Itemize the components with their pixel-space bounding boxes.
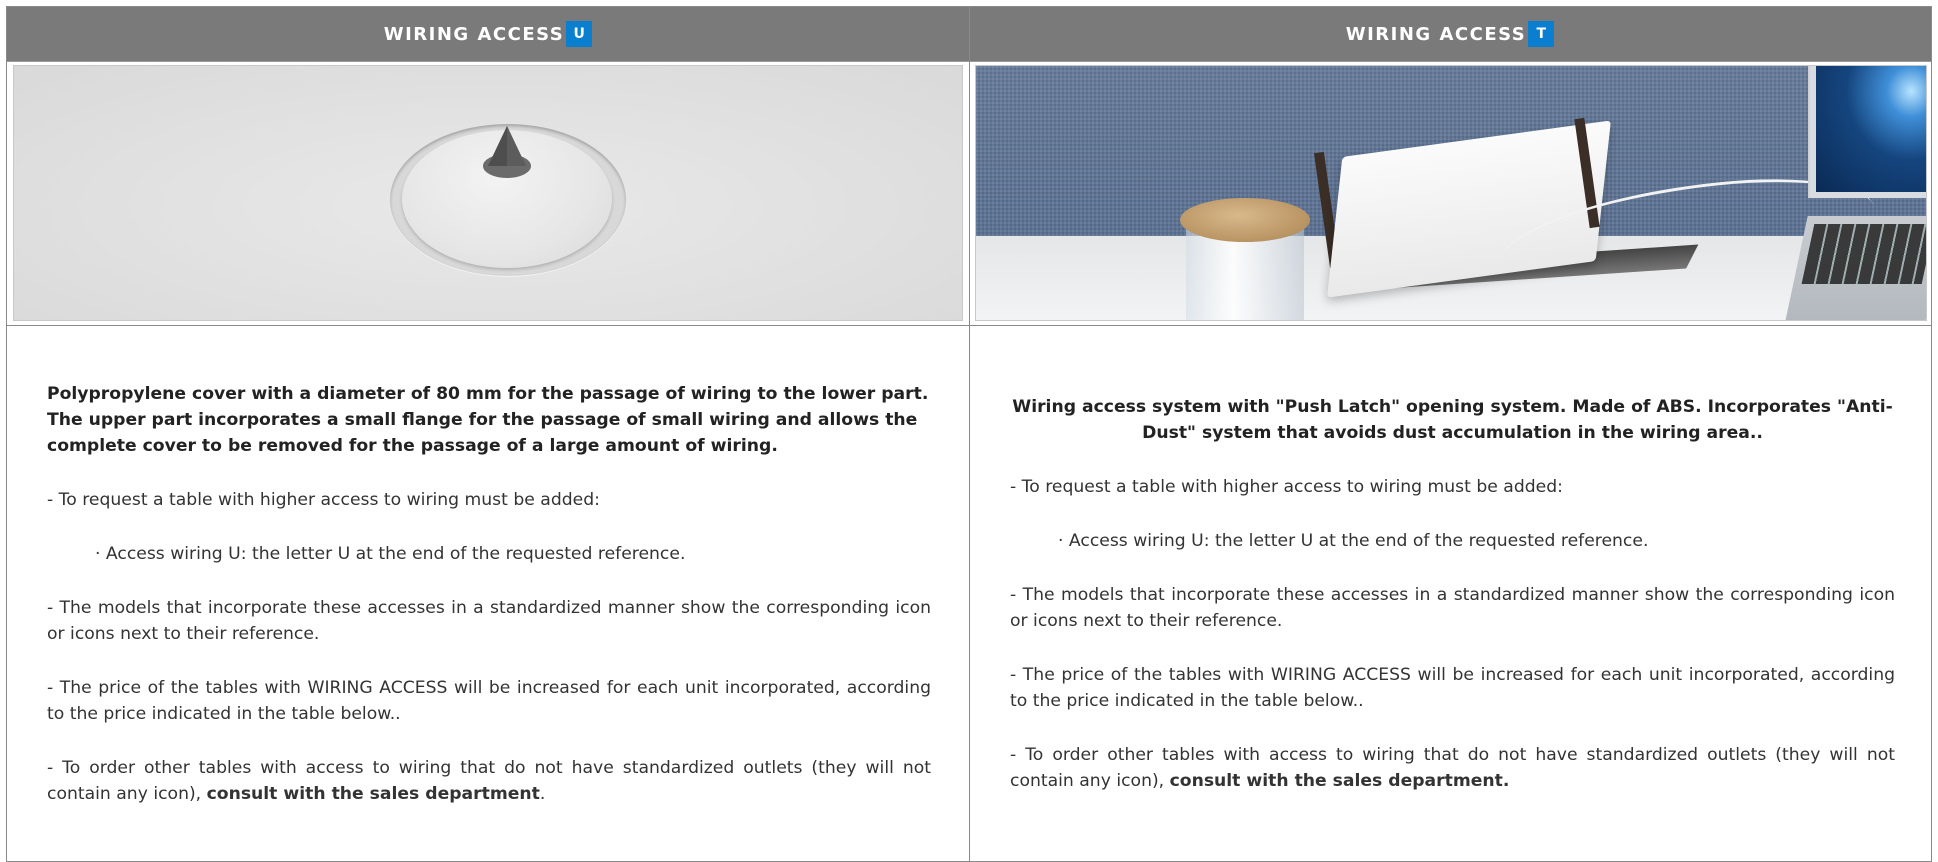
price-note: - The price of the tables with WIRING AC… [1010, 664, 1895, 711]
request-item: · Access wiring U: the letter U at the e… [1058, 530, 1649, 551]
badge-t-icon: T [1528, 21, 1555, 47]
product-description: Wiring access system with "Push Latch" o… [1012, 396, 1893, 443]
header-title: WIRING ACCESS [1345, 23, 1527, 45]
models-note: - The models that incorporate these acce… [1010, 584, 1895, 631]
request-item: · Access wiring U: the letter U at the e… [95, 543, 686, 564]
description-wiring-access-t: Wiring access system with "Push Latch" o… [970, 326, 1933, 861]
order-note-end: . [539, 783, 546, 804]
request-intro: - To request a table with higher access … [1010, 476, 1563, 497]
cork-lid [1180, 198, 1310, 242]
product-description: Polypropylene cover with a diameter of 8… [47, 383, 929, 456]
sales-department-link: consult with the sales department [206, 783, 540, 804]
grommet-flange-notch [483, 126, 531, 178]
header-wiring-access-u: WIRING ACCESS U [7, 7, 969, 61]
models-note: - The models that incorporate these acce… [47, 597, 931, 644]
request-intro: - To request a table with higher access … [47, 489, 600, 510]
order-note: - To order other tables with access to w… [1010, 742, 1895, 794]
laptop-display [1816, 66, 1926, 192]
sales-department-link: consult with the sales department. [1169, 770, 1510, 791]
header-title: WIRING ACCESS [383, 23, 565, 45]
badge-u-icon: U [566, 21, 593, 47]
order-note: - To order other tables with access to w… [47, 755, 931, 807]
header-wiring-access-t: WIRING ACCESS T [969, 7, 1931, 61]
wiring-access-table: WIRING ACCESS U WIRING ACCESS T Polyprop… [6, 6, 1932, 862]
grommet-cover-photo [13, 65, 963, 321]
description-wiring-access-u: Polypropylene cover with a diameter of 8… [7, 326, 969, 861]
push-latch-access-photo [975, 65, 1927, 321]
laptop-keyboard [1801, 224, 1926, 284]
price-note: - The price of the tables with WIRING AC… [47, 677, 931, 724]
